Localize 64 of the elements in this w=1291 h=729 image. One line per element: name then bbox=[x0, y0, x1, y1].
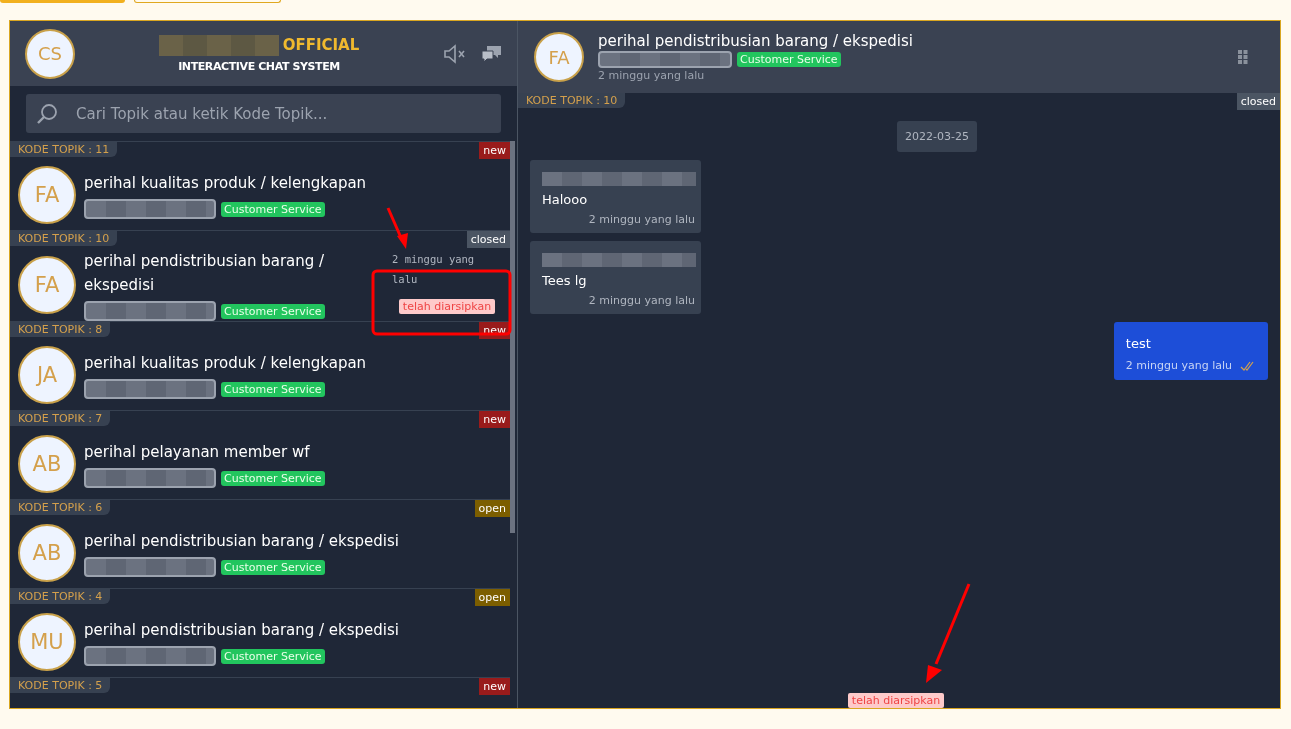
topic-item[interactable]: KODE TOPIK : 10 closed FA perihal pendistribusian barang / ekspedisi Customer Service 2 minggu yang lalu telah diarsipkan bbox=[10, 230, 510, 321]
department-tag: Customer Service bbox=[221, 559, 325, 575]
chat-bubbles-icon[interactable] bbox=[481, 44, 503, 63]
search-field[interactable]: Cari Topik atau ketik Kode Topik... bbox=[26, 94, 501, 133]
department-tag: Customer Service bbox=[221, 470, 325, 486]
status-badge: closed bbox=[1236, 93, 1280, 110]
user-avatar: JA bbox=[18, 346, 76, 404]
message-time: 2 minggu yang lalu bbox=[1125, 359, 1232, 372]
topic-code: KODE TOPIK : 6 bbox=[10, 500, 111, 515]
chat-title: perihal pendistribusian barang / ekspedisi bbox=[598, 32, 914, 50]
message-text: Tees lg bbox=[542, 273, 588, 288]
status-badge: new bbox=[479, 411, 510, 428]
top-button[interactable] bbox=[134, 0, 281, 3]
department-tag: Customer Service bbox=[221, 201, 325, 217]
topic-time: 2 minggu yang lalu bbox=[392, 252, 476, 287]
search-icon bbox=[36, 103, 58, 125]
user-avatar: CS bbox=[25, 28, 75, 79]
topic-code: KODE TOPIK : 8 bbox=[10, 322, 111, 337]
user-avatar: AB bbox=[18, 524, 76, 582]
status-badge: closed bbox=[466, 231, 510, 248]
user-avatar: MU bbox=[18, 613, 76, 671]
topic-code: KODE TOPIK : 5 bbox=[10, 678, 111, 693]
grid-menu-icon[interactable] bbox=[1238, 50, 1248, 64]
topic-item[interactable]: KODE TOPIK : 7 new AB perihal pelayanan member wf Customer Service bbox=[10, 410, 510, 499]
department-tag: Customer Service bbox=[221, 648, 325, 664]
topic-item[interactable]: KODE TOPIK : 5 new bbox=[10, 677, 510, 696]
topic-code: KODE TOPIK : 10 bbox=[10, 231, 118, 246]
topic-code: KODE TOPIK : 7 bbox=[10, 411, 111, 426]
topic-item[interactable]: KODE TOPIK : 6 open AB perihal pendistribusian barang / ekspedisi Customer Service bbox=[10, 499, 510, 588]
user-avatar: FA bbox=[18, 256, 76, 314]
annotation-arrow bbox=[386, 207, 408, 249]
archived-badge: telah diarsipkan bbox=[398, 299, 496, 314]
topic-title: perihal pendistribusian barang / ekspedisi bbox=[84, 531, 400, 552]
scrollbar[interactable] bbox=[510, 141, 515, 533]
brand-text: OFFICIAL bbox=[282, 36, 360, 54]
topic-code: KODE TOPIK : 10 bbox=[518, 93, 626, 108]
date-chip: 2022-03-25 bbox=[897, 121, 977, 152]
status-badge: new bbox=[479, 142, 510, 159]
topic-item[interactable]: KODE TOPIK : 4 open MU perihal pendistribusian barang / ekspedisi Customer Service bbox=[10, 588, 510, 677]
topic-title: perihal kualitas produk / kelengkapan bbox=[84, 173, 368, 194]
department-tag: Customer Service bbox=[221, 303, 325, 319]
topic-title: perihal pendistribusian barang / ekspedisi bbox=[84, 620, 400, 641]
message-time: 2 minggu yang lalu bbox=[588, 294, 695, 307]
archived-badge: telah diarsipkan bbox=[847, 693, 945, 708]
topic-title: perihal kualitas produk / kelengkapan bbox=[84, 353, 368, 374]
message-text: Halooo bbox=[542, 192, 589, 207]
user-avatar: FA bbox=[18, 166, 76, 224]
department-tag: Customer Service bbox=[737, 52, 841, 67]
chat-time: 2 minggu yang lalu bbox=[598, 69, 706, 82]
message-time: 2 minggu yang lalu bbox=[588, 213, 695, 226]
status-badge: open bbox=[474, 589, 510, 606]
user-avatar: AB bbox=[18, 435, 76, 493]
brand-subtitle: INTERACTIVE CHAT SYSTEM bbox=[178, 59, 340, 73]
topic-code: KODE TOPIK : 11 bbox=[10, 142, 118, 157]
status-badge: new bbox=[479, 678, 510, 695]
message-text: test bbox=[1125, 336, 1152, 351]
topic-title: perihal pelayanan member wf bbox=[84, 442, 311, 463]
topic-code: KODE TOPIK : 4 bbox=[10, 589, 111, 604]
topic-title: perihal pendistribusian barang / ekspedisi bbox=[84, 251, 326, 296]
topic-item[interactable]: KODE TOPIK : 11 new FA perihal kualitas produk / kelengkapan Customer Service bbox=[10, 141, 510, 230]
mute-icon[interactable] bbox=[443, 43, 467, 64]
department-tag: Customer Service bbox=[221, 381, 325, 397]
user-avatar: FA bbox=[534, 32, 584, 82]
status-badge: open bbox=[474, 500, 510, 517]
